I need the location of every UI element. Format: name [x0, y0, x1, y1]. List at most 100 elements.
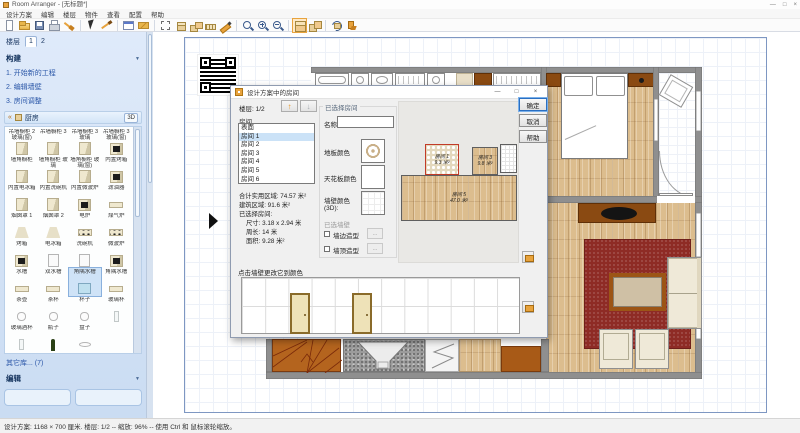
library-item[interactable]: 双水槽	[38, 268, 70, 296]
library-item[interactable]: 角隅水槽	[101, 268, 133, 296]
help-button[interactable]: 帮助	[519, 130, 547, 143]
separator[interactable]	[80, 20, 81, 31]
chevron-down-icon[interactable]: ▼	[135, 56, 140, 62]
kitchen-counter[interactable]	[501, 346, 541, 372]
door-elevation[interactable]	[290, 293, 310, 334]
coffee-table[interactable]	[609, 273, 666, 311]
other-libraries-link[interactable]: 其它库... (7)	[4, 354, 142, 370]
hallway-floor[interactable]	[459, 339, 501, 372]
separator[interactable]	[288, 20, 289, 31]
library-item[interactable]: 内置微波炉	[69, 184, 101, 212]
wall-base-molding-browse-button[interactable]: ...	[367, 228, 383, 239]
room-name-input[interactable]	[337, 116, 394, 128]
menu-item[interactable]: 设计方案	[6, 9, 32, 19]
library-item[interactable]: 内置电冰箱	[6, 184, 38, 212]
library-item[interactable]: 墙角橱柜 玻璃(窗)	[69, 156, 101, 184]
library-item[interactable]: 内置烤箱	[101, 156, 133, 184]
save-icon[interactable]	[33, 19, 46, 32]
tv[interactable]	[601, 207, 637, 220]
room-list-item[interactable]: 房间 5	[239, 167, 314, 176]
wall-top-molding-browse-button[interactable]: ...	[367, 243, 383, 254]
library-item[interactable]: 茶杯	[38, 296, 70, 324]
library-item[interactable]: 吊墙橱柜 3	[38, 128, 70, 156]
library-item[interactable]: 内置洗碗机	[38, 184, 70, 212]
properties-icon[interactable]	[122, 19, 135, 32]
copy-3d-icon[interactable]	[308, 19, 321, 32]
library-item[interactable]: 水槽	[6, 268, 38, 296]
menu-item[interactable]: 查看	[107, 9, 120, 19]
door-leaf[interactable]	[659, 193, 693, 196]
build-step-link[interactable]: 2. 编辑墙壁	[4, 80, 142, 94]
open-icon[interactable]	[18, 19, 31, 32]
view-3d-icon[interactable]	[293, 19, 306, 32]
edit-section-header[interactable]: 编辑 ▼	[4, 370, 142, 386]
door-elevation[interactable]	[352, 293, 372, 334]
library-item[interactable]: 吊墙橱柜 3 玻璃	[69, 128, 101, 156]
build-step-link[interactable]: 1. 开始新的工程	[4, 66, 142, 80]
library-item[interactable]: 电冰箱	[38, 240, 70, 268]
sidebar-scrollbar[interactable]	[146, 32, 153, 418]
window-minimize-button[interactable]: —	[770, 2, 776, 8]
move-room-up-button[interactable]: ↑	[281, 100, 298, 112]
dialog-close-button[interactable]: ×	[528, 87, 543, 97]
separator[interactable]	[154, 20, 155, 31]
cancel-button[interactable]: 取消	[519, 114, 547, 127]
room-list-item[interactable]: 房间 1	[239, 133, 314, 142]
room-list-item[interactable]: 房间 2	[239, 141, 314, 150]
nightstand[interactable]	[546, 73, 561, 87]
ok-button[interactable]: 确定	[519, 98, 547, 111]
separator[interactable]	[325, 20, 326, 31]
build-section-header[interactable]: 构建 ▼	[4, 50, 142, 66]
rotate-3d-icon[interactable]	[330, 19, 343, 32]
edit-points-icon[interactable]	[219, 19, 232, 32]
library-item[interactable]: 滤油器	[101, 184, 133, 212]
dialog-title-bar[interactable]: 设计方案中的房间 — □ ×	[231, 86, 547, 99]
library-item[interactable]: 墙角橱柜	[6, 156, 38, 184]
library-item[interactable]: 玻璃酒杯	[6, 324, 38, 352]
room-list-item[interactable]: 房间 6	[239, 176, 314, 184]
nightstand[interactable]	[628, 73, 654, 87]
library-item[interactable]: 微波炉	[101, 240, 133, 268]
chevron-down-icon[interactable]: ▼	[135, 376, 140, 382]
floor-tab[interactable]: 2	[37, 36, 49, 47]
preview-3d-button[interactable]	[522, 251, 534, 263]
panel-collapse-arrow[interactable]	[209, 213, 218, 229]
floor-tab[interactable]: 1	[25, 36, 37, 47]
armchair[interactable]	[599, 329, 633, 369]
measure-icon[interactable]	[204, 19, 217, 32]
stairs-direction-panel[interactable]	[425, 339, 459, 372]
library-header[interactable]: « 厨房 3D	[4, 111, 142, 124]
armchair[interactable]	[635, 329, 669, 369]
wall-top-molding-checkbox[interactable]	[324, 246, 330, 252]
sweep-icon[interactable]	[63, 19, 76, 32]
library-item[interactable]: 杯子	[69, 296, 101, 324]
window-close-button[interactable]: ×	[793, 2, 797, 8]
preview-room-3[interactable]: 房间 39.8 米²	[472, 147, 498, 175]
find-icon[interactable]	[241, 19, 254, 32]
window-maximize-button[interactable]: □	[783, 2, 787, 8]
library-item[interactable]: 墙角橱柜 玻璃	[38, 156, 70, 184]
library-item[interactable]: 煤气炉	[101, 212, 133, 240]
library-item[interactable]: 烟囱罩 1	[6, 212, 38, 240]
window[interactable]	[696, 91, 701, 131]
window[interactable]	[696, 213, 701, 257]
wall-color-swatch[interactable]	[361, 191, 385, 215]
staircase[interactable]	[272, 339, 341, 372]
library-item[interactable]: 烤箱	[6, 240, 38, 268]
library-item[interactable]: 吊墙橱柜 3 玻璃(窗)	[101, 128, 133, 156]
wall-preview-3d-button[interactable]	[522, 301, 534, 313]
stone-floor[interactable]	[343, 339, 425, 372]
wall-base-molding-checkbox[interactable]	[324, 231, 330, 237]
ceiling-color-swatch[interactable]	[361, 165, 385, 189]
menu-item[interactable]: 帮助	[151, 9, 164, 19]
room-list-item[interactable]: 房间 4	[239, 158, 314, 167]
library-item[interactable]: 洗碗机	[69, 240, 101, 268]
library-item[interactable]: 瓶子	[38, 324, 70, 352]
preview-room-tiled[interactable]	[500, 144, 517, 173]
wall-interior[interactable]	[541, 339, 549, 372]
separator[interactable]	[117, 20, 118, 31]
library-scrollbar[interactable]	[133, 127, 141, 353]
dialog-minimize-button[interactable]: —	[490, 87, 505, 97]
preview-room-5[interactable]: 房间 547.0 米²	[401, 175, 517, 221]
pointer-icon[interactable]	[85, 19, 98, 32]
